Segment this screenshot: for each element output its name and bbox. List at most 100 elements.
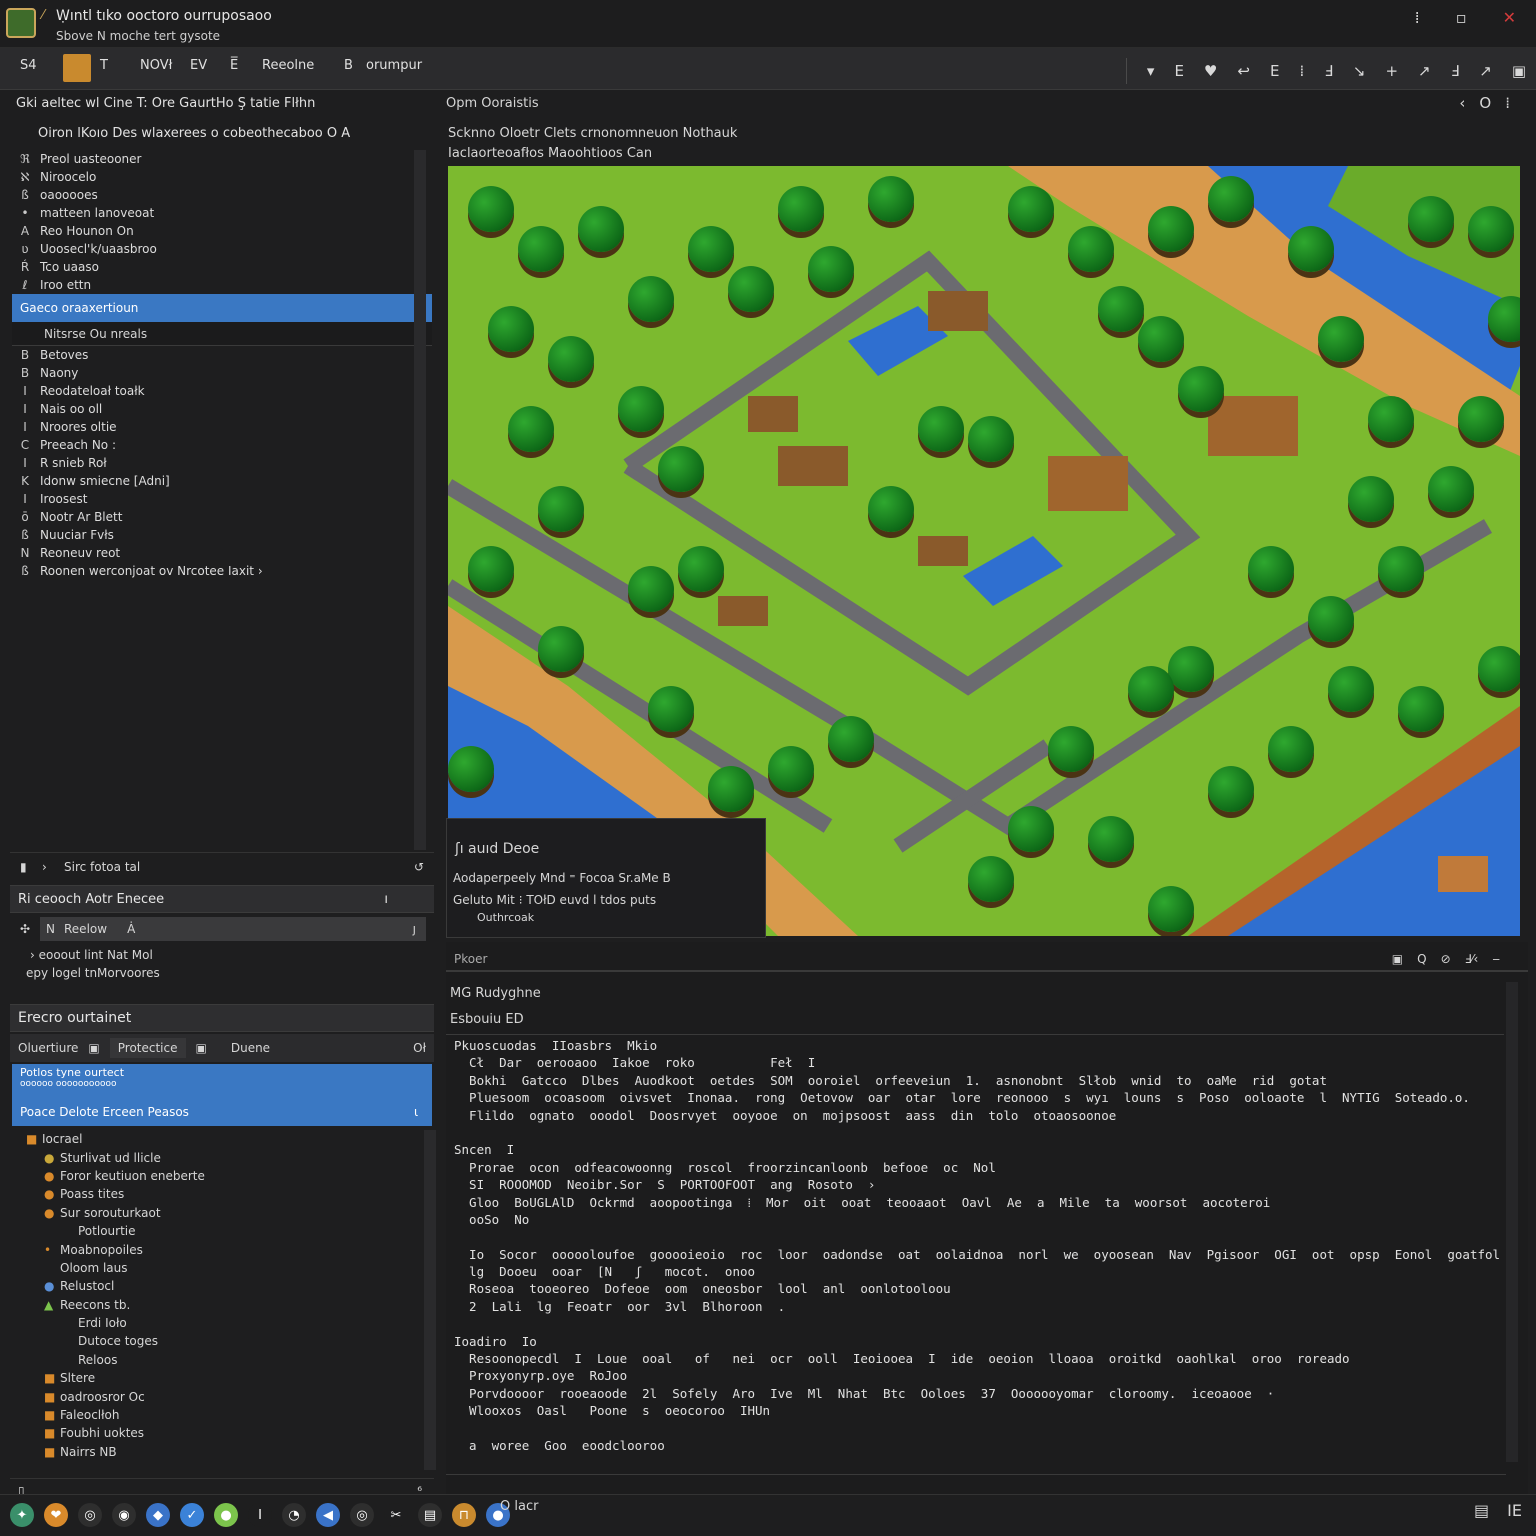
tree-item[interactable]: I Iroosest (10, 490, 434, 508)
info-icon[interactable]: IE (1507, 1501, 1522, 1520)
scene-item[interactable]: ■ Nairrs NB (10, 1443, 430, 1461)
tab-overview[interactable]: Oluertiure (18, 1041, 78, 1055)
dock-app-icon[interactable]: ◆ (146, 1503, 170, 1527)
dock-app-icon[interactable]: ◔ (282, 1503, 306, 1527)
tree-item-selected[interactable]: Gaeco oraaxertioun ‹ (12, 294, 432, 322)
search-icon[interactable]: Q (1417, 952, 1426, 966)
more-icon[interactable]: ⁞ (1299, 62, 1304, 80)
tree-item[interactable]: ß oaooooes (10, 186, 434, 204)
mirror-icon[interactable]: Ⅎ (1451, 62, 1460, 80)
tree-item[interactable]: ℵ Niroocelo (10, 168, 434, 186)
tree-item[interactable]: A Reo Hounon On (10, 222, 434, 240)
menu-icon[interactable]: ȷ (413, 922, 416, 936)
toolbar-item-s4[interactable]: S4 (20, 58, 37, 73)
dock-app-icon[interactable]: ▤ (418, 1503, 442, 1527)
edit-icon[interactable]: E (1174, 62, 1183, 80)
scene-scrollbar[interactable] (424, 1130, 436, 1470)
dropdown-icon[interactable]: ▾ (1147, 62, 1155, 80)
dock-app-icon[interactable]: ◀ (316, 1503, 340, 1527)
dock-app-icon[interactable]: ◉ (112, 1503, 136, 1527)
refresh-icon[interactable]: ↺ (414, 860, 424, 874)
tree-item[interactable]: K Idonw smiecne [Adni] (10, 472, 434, 490)
dock-app-icon[interactable]: ✦ (10, 1503, 34, 1527)
tree-item[interactable]: C Preeach No : (10, 436, 434, 454)
scene-item[interactable]: Reloos (10, 1351, 430, 1369)
scene-item-selected-2[interactable]: Poace Delote Erceen Peasos ɩ (12, 1098, 432, 1126)
scene-item[interactable]: ● Foror keutiuon eneberte (10, 1167, 430, 1185)
dock-app-icon[interactable]: ✓ (180, 1503, 204, 1527)
add-icon[interactable]: + (1385, 62, 1398, 80)
scene-item[interactable]: ■ Sltere (10, 1369, 430, 1387)
scene-item[interactable]: ● Sturlivat ud llicle (10, 1148, 430, 1166)
tree-item[interactable]: B Betoves (10, 346, 434, 364)
folder-icon[interactable]: ▮ (20, 860, 42, 874)
scene-item[interactable]: ■ Iocrael (10, 1130, 430, 1148)
filter-icon[interactable]: Ⅎ⁄‹ (1465, 952, 1479, 966)
tree-item[interactable]: I Nais oo oll (10, 400, 434, 418)
save-icon[interactable]: ▣ (88, 1041, 99, 1055)
scene-item[interactable]: • Moabnopoiles (10, 1240, 430, 1258)
toolbar-item-b[interactable]: B (344, 58, 353, 73)
scene-item[interactable]: Erdi Ioło (10, 1314, 430, 1332)
maximize-icon[interactable]: ▫ (1456, 8, 1467, 27)
tree-item[interactable]: ℜ Preol uasteooner (10, 150, 434, 168)
dock-app-icon[interactable]: ⊓ (452, 1503, 476, 1527)
layer-icon[interactable]: E (1270, 62, 1279, 80)
toolbar-item-nov[interactable]: NOVł (140, 58, 172, 73)
info-icon[interactable]: O (1479, 94, 1491, 112)
pin-icon[interactable]: ⁄ (42, 8, 44, 23)
flip-icon[interactable]: Ⅎ (1324, 62, 1333, 80)
scene-item[interactable]: Potlourtie (10, 1222, 430, 1240)
toolbar-item-ev[interactable]: EV (190, 58, 207, 73)
link-icon[interactable]: ✣ (10, 922, 40, 936)
output-scrollbar[interactable] (1506, 982, 1518, 1462)
scene-item[interactable]: ■ Foubhi uoktes (10, 1424, 430, 1442)
tree-item[interactable]: I Reodateloał toałk (10, 382, 434, 400)
scene-item[interactable]: Oloom laus (10, 1259, 430, 1277)
expand-icon[interactable]: ↗ (1479, 62, 1492, 80)
back-icon[interactable]: ‹ (1459, 94, 1465, 112)
scene-item[interactable]: ■ oadroosror Oc (10, 1387, 430, 1405)
save-icon[interactable]: ▣ (1392, 952, 1403, 966)
tab-protection[interactable]: Protectice (109, 1038, 186, 1058)
tree-item[interactable]: B Naony (10, 364, 434, 382)
close-icon[interactable]: ✕ (1503, 8, 1516, 27)
toolbar-active-tool-icon[interactable] (63, 54, 91, 82)
tree-item[interactable]: ʋ Uoosecl'k/uaasbroo (10, 240, 434, 258)
scene-item[interactable]: ● Poass tites (10, 1185, 430, 1203)
arrow-up-right-icon[interactable]: ↗ (1418, 62, 1431, 80)
arrow-down-right-icon[interactable]: ↘ (1353, 62, 1366, 80)
dock-app-icon[interactable]: ✂ (384, 1503, 408, 1527)
scene-item[interactable]: ● Sur sorouturkaot (10, 1204, 430, 1222)
toolbar-item-e[interactable]: E̅ (230, 58, 238, 73)
properties-field[interactable]: N Reelow Ȧ ȷ (40, 917, 426, 941)
scene-item[interactable]: ■ Faleoclłoh (10, 1406, 430, 1424)
toolbar-item-reeolne[interactable]: Reeolne (262, 58, 314, 73)
tree-item[interactable]: ß Nuuciar Fvłs (10, 526, 434, 544)
tree-item[interactable]: ß Roonen werconjoat ov Nrcotee Iaxit › (10, 562, 434, 580)
tree-sub-item[interactable]: Nitsrse Ou nreals (12, 322, 432, 346)
tree-item[interactable]: ℓ Iroo ettn (10, 276, 434, 294)
panel-layout-icon[interactable]: ▤ (1474, 1501, 1489, 1520)
scene-item[interactable]: ▲ Reecons tb. (10, 1296, 430, 1314)
tree-item[interactable]: I R snieb Roł (10, 454, 434, 472)
scene-item-selected-1[interactable]: Potlos tyne ourtect oooooo ooooooooooo (12, 1064, 432, 1098)
scene-item[interactable]: Dutoce toges (10, 1332, 430, 1350)
dock-app-icon[interactable]: ◎ (78, 1503, 102, 1527)
heart-icon[interactable]: ♥ (1204, 62, 1217, 80)
toolbar-item-orumpur[interactable]: orumpur (366, 58, 422, 73)
tree-item[interactable]: I Nroores oltie (10, 418, 434, 436)
left-panel-scrollbar[interactable] (414, 150, 426, 850)
scene-item[interactable]: ● Relustocl (10, 1277, 430, 1295)
menu-icon[interactable]: ⁞ (1415, 8, 1420, 27)
tab-duene[interactable]: Duene (231, 1041, 270, 1055)
save-icon[interactable]: ▣ (196, 1041, 207, 1055)
dock-app-icon[interactable]: I (248, 1503, 272, 1527)
clear-icon[interactable]: ⊘ (1441, 952, 1451, 966)
collapse-icon[interactable]: ‒ (1492, 952, 1500, 966)
dock-app-icon[interactable]: ❤ (44, 1503, 68, 1527)
fullscreen-icon[interactable]: ▣ (1512, 62, 1526, 80)
toolbar-item-t[interactable]: T (100, 58, 108, 73)
tree-item[interactable]: N Reoneuv reot (10, 544, 434, 562)
undo-icon[interactable]: ↩ (1237, 62, 1250, 80)
